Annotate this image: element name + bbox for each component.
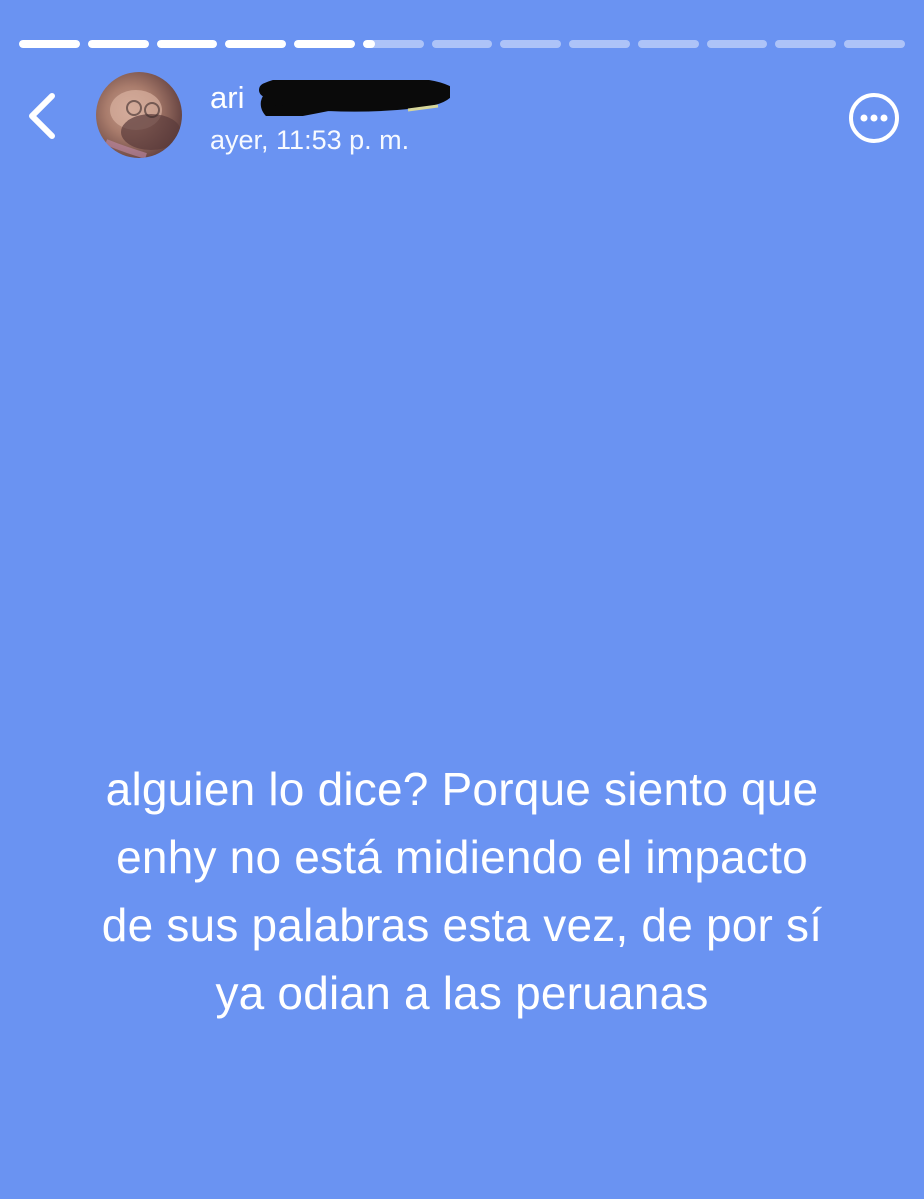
progress-segment [775, 40, 837, 48]
progress-segment-fill [156, 40, 218, 48]
progress-segment-fill [87, 40, 149, 48]
progress-segment-fill [19, 40, 80, 48]
progress-segment [844, 40, 905, 48]
progress-segment [500, 40, 562, 48]
progress-segment-fill [362, 40, 375, 48]
progress-segment-fill [225, 40, 287, 48]
progress-segment [706, 40, 768, 48]
redaction-scribble [259, 80, 450, 116]
story-text-line: alguien lo dice? Porque siento que [105, 763, 819, 815]
avatar[interactable] [96, 72, 182, 158]
progress-segment [362, 40, 424, 48]
story-text-line: ya odian a las peruanas [215, 967, 709, 1019]
story-text-line: enhy no está midiendo el impacto [116, 831, 808, 883]
story-text: alguien lo dice? Porque siento que enhy … [20, 755, 904, 1027]
progress-segment [569, 40, 630, 48]
progress-segment [87, 40, 149, 48]
back-button[interactable] [18, 88, 68, 144]
story-header: ari ayer, 11:53 p. m. [0, 70, 924, 160]
more-options-button[interactable] [846, 90, 902, 146]
avatar-image [104, 90, 181, 158]
story-timestamp: ayer, 11:53 p. m. [210, 125, 410, 155]
progress-segment [431, 40, 493, 48]
more-options-icon [849, 93, 899, 143]
chevron-left-icon [29, 93, 55, 139]
story-progress-bar [19, 40, 905, 48]
progress-segment-fill [294, 40, 355, 48]
progress-segment [637, 40, 699, 48]
progress-segment [19, 40, 80, 48]
progress-segment [225, 40, 287, 48]
progress-segment [156, 40, 218, 48]
progress-segment [294, 40, 355, 48]
user-name[interactable]: ari [210, 78, 244, 118]
story-text-line: de sus palabras esta vez, de por sí [101, 899, 823, 951]
